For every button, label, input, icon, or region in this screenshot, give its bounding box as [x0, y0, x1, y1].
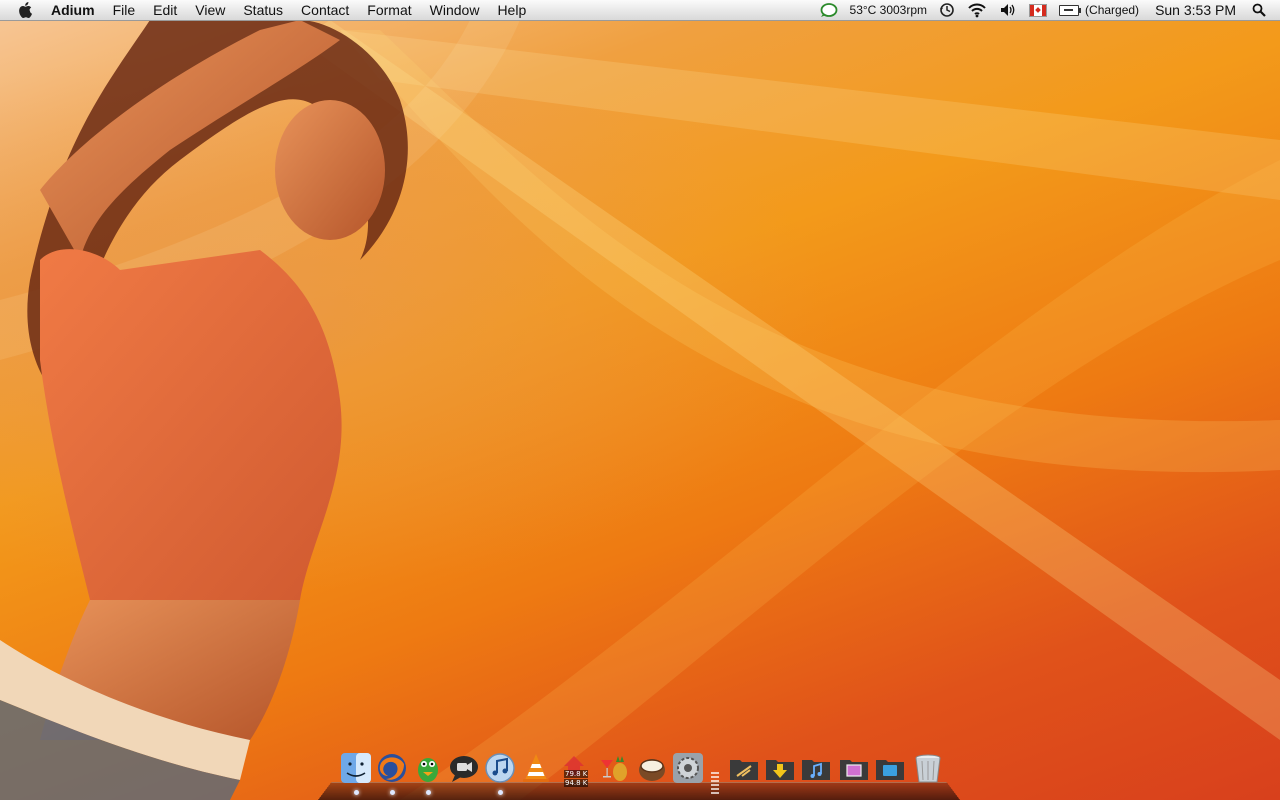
music-folder-icon[interactable]	[800, 752, 832, 784]
apple-icon	[19, 2, 32, 18]
adium-running-indicator	[426, 790, 431, 795]
dock-separator	[711, 772, 719, 796]
time-machine-icon	[940, 3, 954, 17]
desktop: Adium File Edit View Status Contact Form…	[0, 0, 1280, 800]
menu-file[interactable]: File	[104, 0, 145, 20]
menu-view[interactable]: View	[186, 0, 234, 20]
app-menu-adium[interactable]: Adium	[42, 0, 104, 20]
menu-bar: Adium File Edit View Status Contact Form…	[0, 0, 1280, 21]
coconut-battery-icon[interactable]	[636, 752, 668, 784]
finder-running-indicator	[354, 790, 359, 795]
itunes-icon[interactable]	[484, 752, 516, 784]
volume-menu[interactable]	[993, 0, 1023, 20]
canada-flag-icon	[1029, 3, 1048, 17]
downloads-folder-icon[interactable]	[764, 752, 796, 784]
spotlight-button[interactable]	[1246, 0, 1272, 20]
temperature-fan-status[interactable]: 53°C 3003rpm	[844, 0, 934, 20]
menu-contact[interactable]: Contact	[292, 0, 358, 20]
adium-icon[interactable]	[412, 752, 444, 784]
firefox-icon[interactable]	[376, 752, 408, 784]
vlc-icon[interactable]	[520, 752, 552, 784]
applications-folder-icon[interactable]	[728, 752, 760, 784]
system-preferences-icon[interactable]	[672, 752, 704, 784]
cocktail-icon[interactable]	[598, 752, 630, 784]
wallpaper-figure	[0, 20, 408, 800]
network-download-label: 94.8 K	[564, 779, 589, 787]
wifi-menu[interactable]	[961, 0, 993, 20]
input-menu[interactable]	[1023, 0, 1053, 20]
adium-status-icon	[820, 3, 837, 17]
battery-menu[interactable]: (Charged)	[1053, 0, 1145, 20]
firefox-running-indicator	[390, 790, 395, 795]
spotlight-icon	[1252, 3, 1266, 17]
time-machine-menu[interactable]	[933, 0, 961, 20]
menu-edit[interactable]: Edit	[144, 0, 186, 20]
apple-menu[interactable]	[0, 0, 42, 20]
finder-icon[interactable]	[340, 752, 372, 784]
menu-status[interactable]: Status	[234, 0, 292, 20]
battery-icon	[1059, 4, 1082, 16]
volume-icon	[1001, 4, 1015, 16]
network-upload-label: 79.8 K	[564, 770, 589, 778]
menu-window[interactable]: Window	[421, 0, 489, 20]
ichat-icon[interactable]	[448, 752, 480, 784]
clock[interactable]: Sun 3:53 PM	[1145, 0, 1246, 20]
documents-folder-icon[interactable]	[874, 752, 906, 784]
dock-shelf	[318, 781, 960, 800]
adium-status-menu[interactable]	[814, 0, 844, 20]
wifi-icon	[968, 3, 986, 18]
menu-help[interactable]: Help	[488, 0, 535, 20]
battery-status-label: (Charged)	[1085, 3, 1140, 17]
itunes-running-indicator	[498, 790, 503, 795]
trash-icon[interactable]	[912, 752, 944, 784]
dock: 79.8 K 94.8 K	[318, 748, 960, 800]
pictures-folder-icon[interactable]	[838, 752, 870, 784]
menu-format[interactable]: Format	[358, 0, 420, 20]
